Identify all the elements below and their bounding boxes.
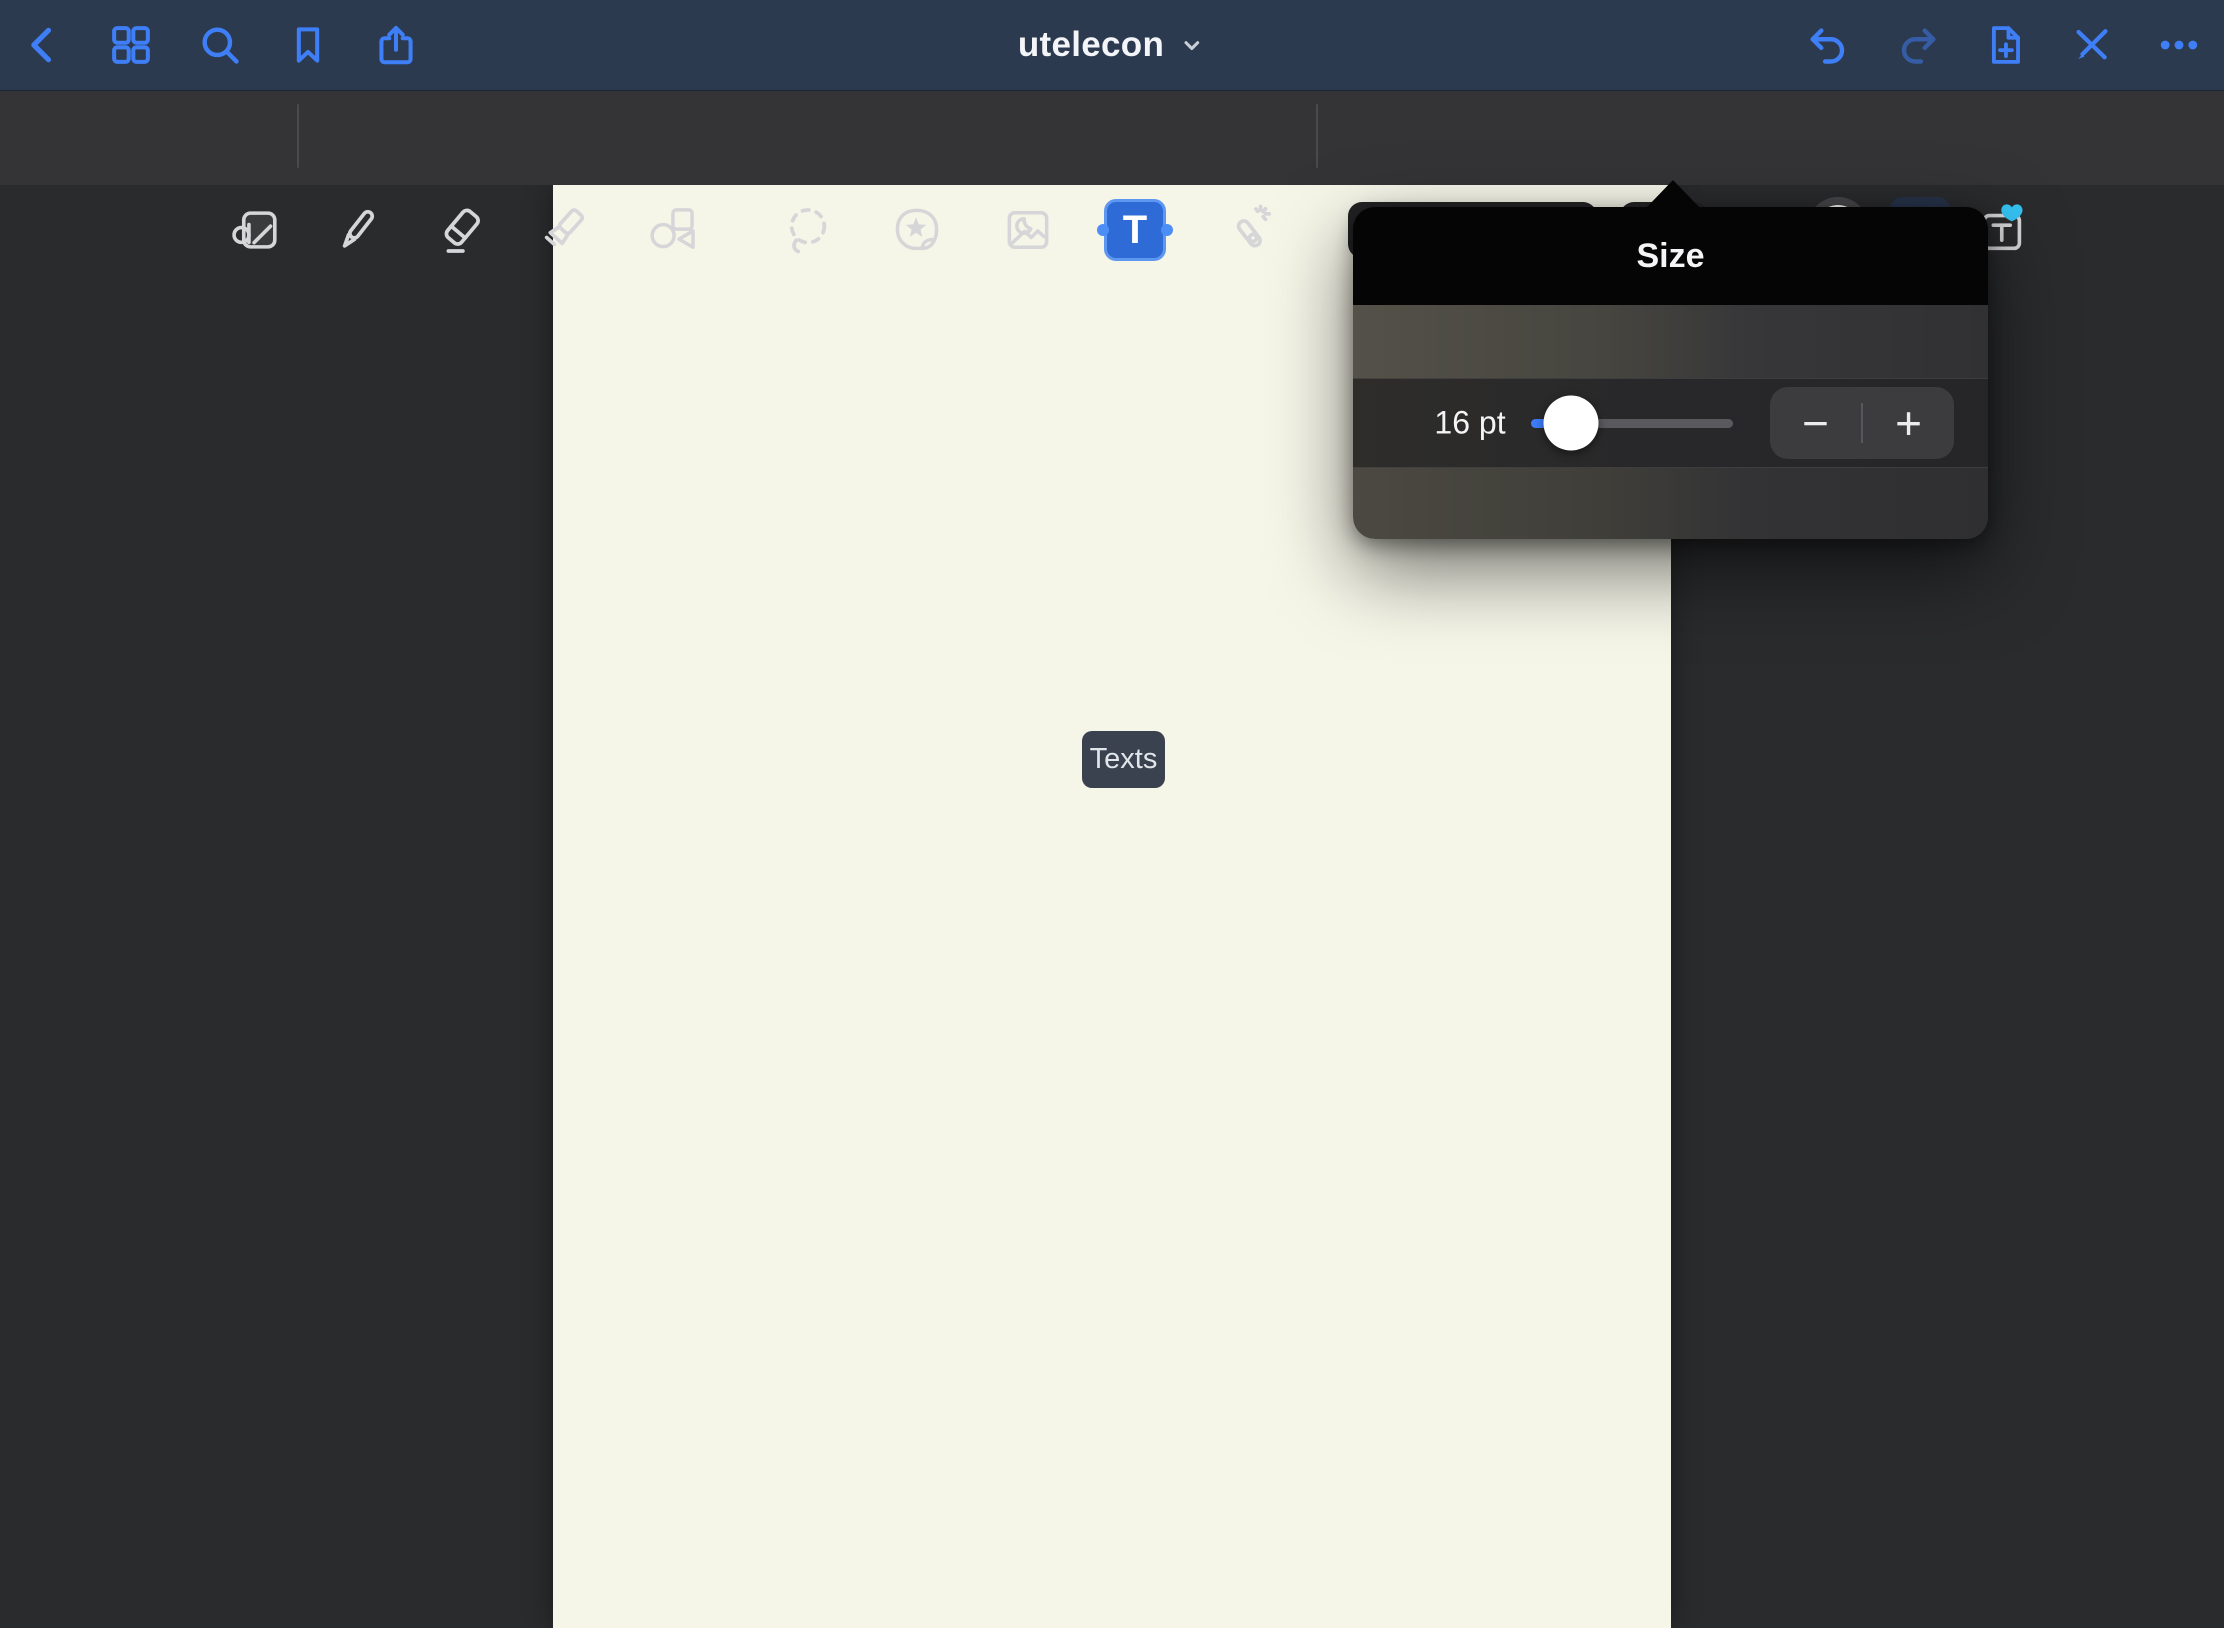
share-button[interactable]: [373, 22, 419, 68]
image-icon: [1000, 202, 1056, 258]
top-navigation-bar: utelecon: [0, 0, 2224, 91]
text-tool-button[interactable]: T: [1104, 199, 1166, 261]
chevron-left-icon: [21, 23, 65, 67]
selection-handle-right: [1161, 224, 1173, 236]
size-slider[interactable]: [1531, 378, 1733, 468]
chevron-down-icon: [1178, 31, 1206, 59]
laser-pointer-icon: [1220, 202, 1276, 258]
sticker-star-icon: [889, 202, 945, 258]
more-options-button[interactable]: [2156, 22, 2202, 68]
writing-mode-icon: [228, 203, 282, 257]
popover-header: Size: [1353, 207, 1988, 305]
undo-button[interactable]: [1805, 22, 1851, 68]
elements-sticker-button[interactable]: [889, 202, 945, 258]
popover-title: Size: [1636, 237, 1704, 276]
grid-icon: [108, 22, 154, 68]
lasso-icon: [780, 202, 836, 258]
eraser-tool-button[interactable]: [433, 202, 489, 258]
popover-arrow: [1646, 180, 1700, 208]
bookmark-button[interactable]: [286, 23, 330, 67]
popover-spacer-top: [1353, 305, 1988, 378]
ellipsis-icon: [2156, 22, 2202, 68]
text-object[interactable]: Texts: [1082, 731, 1165, 788]
text-tool-glyph: T: [1123, 210, 1147, 250]
document-title-button[interactable]: utelecon: [1018, 25, 1206, 65]
editing-toolbar: T HiraginoSans-... 16: [0, 90, 2224, 185]
decrease-size-button[interactable]: −: [1770, 387, 1861, 459]
redo-button[interactable]: [1895, 22, 1941, 68]
eraser-icon: [433, 202, 489, 258]
search-button[interactable]: [197, 22, 243, 68]
writing-mode-button[interactable]: [228, 203, 282, 257]
back-button[interactable]: [21, 23, 65, 67]
selection-handle-left: [1097, 224, 1109, 236]
shapes-tool-button[interactable]: [644, 202, 700, 258]
add-page-button[interactable]: [1982, 22, 2028, 68]
search-icon: [197, 22, 243, 68]
slider-thumb[interactable]: [1544, 396, 1599, 451]
shapes-icon: [644, 202, 700, 258]
notes-editor-app: utelecon: [0, 0, 2224, 1628]
size-slider-row: 16 pt − +: [1353, 378, 1988, 468]
increase-size-button[interactable]: +: [1863, 387, 1954, 459]
toolbar-separator: [1316, 104, 1318, 168]
document-title: utelecon: [1018, 25, 1164, 65]
undo-icon: [1805, 22, 1851, 68]
size-value-label: 16 pt: [1434, 405, 1505, 442]
laser-pointer-button[interactable]: [1220, 202, 1276, 258]
add-page-icon: [1982, 22, 2028, 68]
page-thumbnails-button[interactable]: [108, 22, 154, 68]
stylus-cross-icon: [2069, 22, 2115, 68]
stylus-toggle-button[interactable]: [2069, 22, 2115, 68]
bookmark-icon: [286, 23, 330, 67]
size-stepper: − +: [1770, 387, 1954, 459]
popover-spacer-bottom: [1353, 468, 1988, 539]
pen-icon: [329, 202, 385, 258]
share-icon: [373, 22, 419, 68]
image-tool-button[interactable]: [1000, 202, 1056, 258]
highlighter-icon: [537, 202, 593, 258]
redo-icon: [1895, 22, 1941, 68]
highlighter-tool-button[interactable]: [537, 202, 593, 258]
text-object-label: Texts: [1090, 743, 1158, 776]
toolbar-separator: [297, 104, 299, 168]
size-popover: Size 16 pt − +: [1353, 207, 1988, 539]
lasso-tool-button[interactable]: [780, 202, 836, 258]
pen-tool-button[interactable]: [329, 202, 385, 258]
